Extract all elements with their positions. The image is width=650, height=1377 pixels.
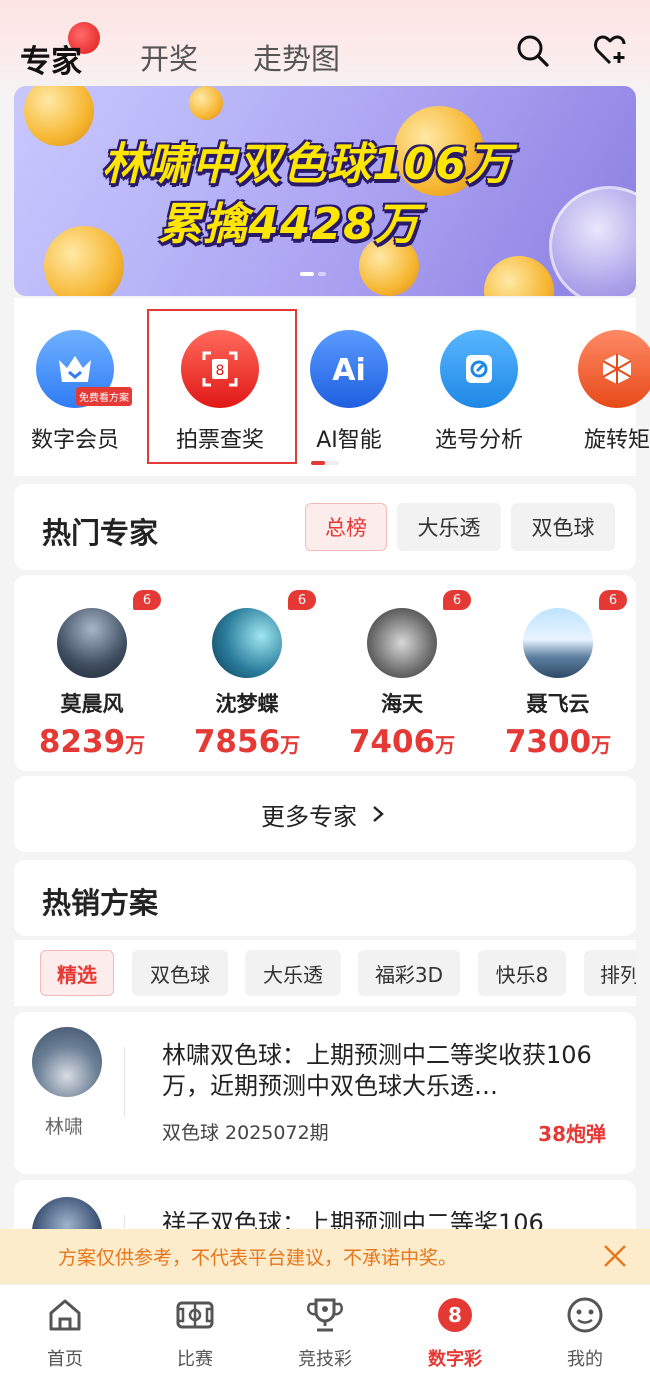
tab-arrange[interactable]: 排列 bbox=[584, 950, 636, 996]
nav-label: 我的 bbox=[567, 1349, 603, 1370]
search-icon[interactable] bbox=[514, 32, 550, 68]
banner-subheadline: 累擒4428万 bbox=[158, 199, 420, 250]
disclaimer-bar: 方案仅供参考，不代表平台建议，不承诺中奖。 bbox=[0, 1229, 650, 1284]
more-experts-label: 更多专家 bbox=[261, 802, 357, 831]
tab-draw-results[interactable]: 开奖 bbox=[140, 36, 198, 78]
tab-trend-chart[interactable]: 走势图 bbox=[253, 36, 340, 78]
expert-name: 莫晨风 bbox=[60, 692, 124, 716]
hot-plans-header: 热销方案 bbox=[14, 860, 636, 936]
avatar: 6 bbox=[523, 590, 627, 678]
expert-amount: 7300万 bbox=[504, 724, 612, 760]
filter-overall[interactable]: 总榜 bbox=[305, 503, 387, 551]
tab-featured[interactable]: 精选 bbox=[40, 950, 114, 996]
expert-amount: 7856万 bbox=[193, 724, 301, 760]
section-title: 热销方案 bbox=[42, 886, 159, 920]
svg-text:Ai: Ai bbox=[332, 353, 366, 386]
plan-author: 林啸 bbox=[44, 1116, 83, 1138]
badge: 6 bbox=[443, 590, 471, 610]
nav-mine[interactable]: 我的 bbox=[520, 1295, 650, 1371]
disclaimer-text: 方案仅供参考，不代表平台建议，不承诺中奖。 bbox=[58, 1247, 458, 1269]
chevron-right-icon bbox=[373, 806, 384, 822]
svg-text:8: 8 bbox=[448, 1303, 462, 1327]
expert-name: 海天 bbox=[381, 692, 423, 716]
tab-happy-8[interactable]: 快乐8 bbox=[478, 950, 566, 996]
filter-double-color[interactable]: 双色球 bbox=[511, 503, 615, 551]
free-plan-tag: 免费看方案 bbox=[76, 387, 132, 406]
scan-ticket-icon: 8 bbox=[181, 330, 259, 408]
badge: 6 bbox=[288, 590, 316, 610]
nav-label: 数字彩 bbox=[428, 1349, 482, 1370]
nav-home[interactable]: 首页 bbox=[0, 1295, 130, 1371]
badge: 6 bbox=[599, 590, 627, 610]
expert-amount: 7406万 bbox=[348, 724, 456, 760]
crown-icon: 免费看方案 bbox=[36, 330, 132, 408]
tab-double-color[interactable]: 双色球 bbox=[132, 950, 228, 996]
plan-card[interactable]: 林啸 林啸双色球：上期预测中二等奖收获106万，近期预测中双色球大乐透… 双色球… bbox=[14, 1012, 636, 1174]
plan-issue: 双色球 2025072期 bbox=[162, 1122, 329, 1144]
entry-scan-ticket[interactable]: 8 拍票查奖 bbox=[155, 330, 285, 454]
section-title: 热门专家 bbox=[42, 516, 159, 550]
nav-digital-lottery[interactable]: 8 数字彩 bbox=[390, 1295, 520, 1371]
entry-label: 拍票查奖 bbox=[175, 428, 264, 453]
avatar bbox=[32, 1027, 102, 1097]
compass-icon bbox=[440, 330, 518, 408]
entry-label: 选号分析 bbox=[434, 428, 523, 453]
entry-ai[interactable]: Ai AI智能 bbox=[284, 330, 414, 454]
hot-experts-header: 热门专家 总榜 大乐透 双色球 bbox=[14, 484, 636, 570]
lottery-ball-icon: 8 bbox=[435, 1295, 475, 1335]
top-header: 专家 开奖 走势图 bbox=[0, 0, 650, 100]
tab-fucai-3d[interactable]: 福彩3D bbox=[358, 950, 460, 996]
avatar: 6 bbox=[367, 590, 471, 678]
more-experts-button[interactable]: 更多专家 bbox=[14, 776, 636, 852]
expert-card[interactable]: 6 莫晨风 8239万 bbox=[22, 590, 162, 760]
badge: 6 bbox=[133, 590, 161, 610]
ai-icon: Ai bbox=[310, 330, 388, 408]
entry-digital-member[interactable]: 免费看方案 数字会员 bbox=[10, 330, 140, 454]
plan-title: 林啸双色球：上期预测中二等奖收获106万，近期预测中双色球大乐透… bbox=[162, 1041, 592, 1100]
expert-name: 聂飞云 bbox=[526, 692, 590, 716]
entry-label: AI智能 bbox=[316, 428, 382, 453]
plan-category-tabs: 精选 双色球 大乐透 福彩3D 快乐8 排列 bbox=[14, 940, 636, 1006]
avatar: 6 bbox=[212, 590, 316, 678]
nav-sports-lottery[interactable]: 竞技彩 bbox=[260, 1295, 390, 1371]
cube-icon bbox=[578, 330, 650, 408]
entry-number-analysis[interactable]: 选号分析 bbox=[414, 330, 544, 454]
tab-expert[interactable]: 专家 bbox=[20, 36, 82, 81]
trophy-icon bbox=[305, 1295, 345, 1335]
tab-super-lotto[interactable]: 大乐透 bbox=[245, 950, 341, 996]
plan-price: 38炮弹 bbox=[538, 1122, 606, 1146]
entry-label: 旋转矩 bbox=[583, 428, 650, 453]
expert-card[interactable]: 6 海天 7406万 bbox=[332, 590, 472, 760]
smiley-face-icon bbox=[565, 1295, 605, 1335]
expert-name: 沈梦蝶 bbox=[215, 692, 279, 716]
avatar: 6 bbox=[57, 590, 161, 678]
stadium-icon bbox=[175, 1295, 215, 1335]
bottom-nav: 首页 比赛 竞技彩 8 数字彩 我的 bbox=[0, 1284, 650, 1377]
favorite-add-icon[interactable] bbox=[592, 32, 628, 68]
entry-scroll-indicator bbox=[311, 461, 339, 465]
divider bbox=[124, 1047, 125, 1117]
quick-entry-row: 免费看方案 数字会员 8 拍票查奖 Ai AI智能 选号分析 旋转矩 bbox=[14, 298, 650, 476]
nav-label: 比赛 bbox=[177, 1349, 213, 1370]
nav-label: 竞技彩 bbox=[298, 1349, 352, 1370]
expert-amount: 8239万 bbox=[38, 724, 146, 760]
entry-rotation-matrix[interactable]: 旋转矩 bbox=[552, 330, 650, 454]
filter-super-lotto[interactable]: 大乐透 bbox=[397, 503, 501, 551]
nav-matches[interactable]: 比赛 bbox=[130, 1295, 260, 1371]
banner-pagination bbox=[300, 272, 326, 276]
expert-card[interactable]: 6 聂飞云 7300万 bbox=[488, 590, 628, 760]
svg-text:8: 8 bbox=[216, 363, 225, 379]
banner-headline: 林啸中双色球106万 bbox=[102, 139, 512, 190]
home-icon bbox=[45, 1295, 85, 1335]
entry-label: 数字会员 bbox=[30, 428, 119, 453]
close-icon[interactable] bbox=[602, 1243, 628, 1269]
nav-label: 首页 bbox=[47, 1349, 83, 1370]
expert-card[interactable]: 6 沈梦蝶 7856万 bbox=[177, 590, 317, 760]
